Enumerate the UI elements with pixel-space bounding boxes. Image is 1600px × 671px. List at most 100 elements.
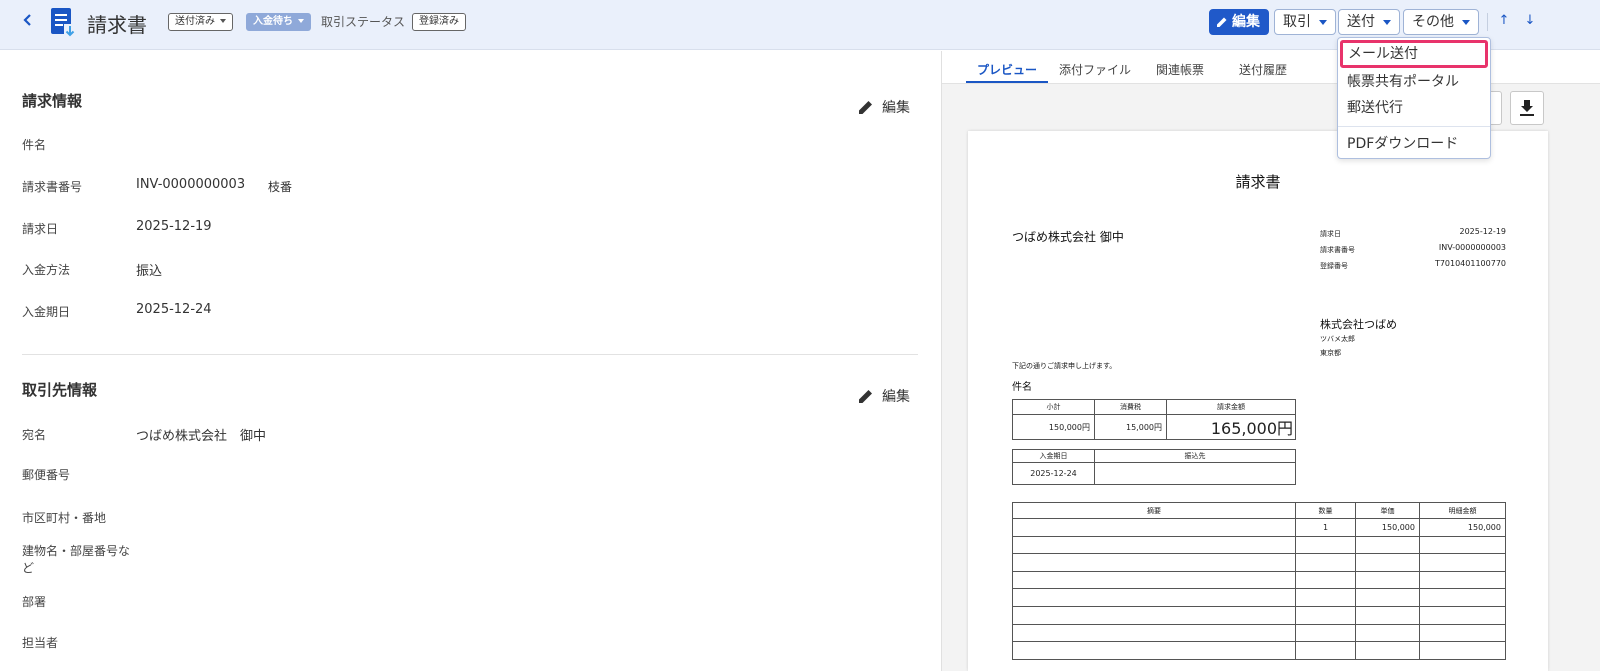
preview-meta-label: 請求日 — [1320, 230, 1341, 238]
preview-company: 株式会社つばめ — [1320, 318, 1397, 331]
summary-header: 消費税 — [1094, 399, 1167, 415]
menu-divider — [1338, 126, 1490, 127]
building-label-line2: ど — [22, 561, 35, 575]
preview-title: 請求書 — [1235, 173, 1281, 191]
table-row — [1012, 535, 1506, 555]
line-cell — [1295, 535, 1356, 555]
tab-preview[interactable]: プレビュー — [977, 61, 1037, 78]
registered-badge: 登録済み — [412, 13, 466, 31]
summary-value: 150,000円 — [1012, 414, 1095, 440]
partner-info-title: 取引先情報 — [22, 381, 98, 399]
invoice-preview-paper: 請求書 つばめ株式会社 御中 請求日 2025-12-19 請求書番号 INV-… — [968, 131, 1548, 671]
summary-header: 請求金額 — [1166, 399, 1296, 415]
menu-item-email-send[interactable]: メール送付 — [1340, 40, 1488, 68]
table-row: 2025-12-24 — [1012, 462, 1296, 485]
invoice-info-edit-button[interactable]: 編集 — [858, 97, 910, 117]
subject-label: 件名 — [22, 138, 47, 152]
tab-send-history[interactable]: 送付履歴 — [1239, 61, 1287, 78]
preview-client: つばめ株式会社 御中 — [1012, 230, 1124, 244]
table-row — [1012, 623, 1506, 643]
line-cell — [1295, 605, 1356, 625]
line-header: 摘要 — [1012, 502, 1296, 519]
preview-place: 東京都 — [1320, 349, 1341, 357]
line-cell — [1012, 570, 1296, 590]
back-chevron-icon[interactable] — [18, 10, 38, 30]
preview-meta-label: 登録番号 — [1320, 262, 1348, 270]
payment-method-value: 振込 — [136, 264, 163, 279]
edit-button-label: 編集 — [1232, 14, 1260, 30]
tab-attachments[interactable]: 添付ファイル — [1059, 61, 1131, 78]
preview-meta-value: T7010401100770 — [1434, 259, 1506, 268]
line-cell — [1012, 518, 1296, 537]
page-title: 請求書 — [87, 13, 147, 37]
line-header: 数量 — [1295, 502, 1356, 519]
payment-value — [1094, 462, 1296, 485]
invoice-info-edit-label: 編集 — [882, 100, 910, 116]
line-items-table: 摘要 数量 単価 明細金額 1 150,000 150,000 — [1012, 502, 1506, 660]
line-cell — [1295, 641, 1356, 660]
table-row: 摘要 数量 単価 明細金額 — [1012, 502, 1506, 519]
sent-status-chip[interactable]: 送付済み — [168, 13, 233, 31]
line-cell — [1355, 623, 1420, 643]
caret-down-icon — [220, 19, 226, 23]
pencil-icon — [859, 390, 872, 403]
line-cell — [1419, 588, 1506, 607]
line-header: 明細金額 — [1419, 502, 1506, 519]
line-cell: 150,000 — [1419, 518, 1506, 537]
zip-label: 郵便番号 — [22, 468, 71, 482]
line-cell — [1295, 553, 1356, 572]
section-divider — [22, 354, 918, 355]
menu-item-pdf-download[interactable]: PDFダウンロード — [1347, 133, 1458, 153]
building-label: 建物名・部屋番号など — [22, 542, 130, 576]
line-cell — [1012, 641, 1296, 660]
sent-status-label: 送付済み — [175, 16, 215, 27]
menu-item-postal-service[interactable]: 郵送代行 — [1347, 97, 1403, 117]
send-dropdown-button[interactable]: 送付 — [1338, 9, 1400, 35]
line-cell — [1012, 623, 1296, 643]
arrow-down-icon[interactable]: ↓ — [1523, 13, 1537, 29]
payment-header: 振込先 — [1094, 449, 1296, 463]
table-row: 入金期日 振込先 — [1012, 449, 1296, 463]
download-button[interactable] — [1510, 91, 1544, 125]
line-cell — [1355, 570, 1420, 590]
due-date-label: 入金期日 — [22, 305, 71, 319]
table-row — [1012, 570, 1506, 590]
line-cell — [1419, 623, 1506, 643]
line-cell — [1355, 553, 1420, 572]
payment-method-label: 入金方法 — [22, 263, 71, 277]
invoice-info-title: 請求情報 — [22, 92, 83, 110]
pencil-icon — [1217, 17, 1227, 27]
payment-status-label: 入金待ち — [253, 16, 293, 27]
line-cell — [1012, 605, 1296, 625]
partner-info-edit-label: 編集 — [882, 389, 910, 405]
caret-down-icon — [298, 19, 304, 23]
payment-status-chip[interactable]: 入金待ち — [246, 13, 311, 31]
deal-button-label: 取引 — [1283, 14, 1311, 30]
deal-status-label: 取引ステータス — [321, 15, 406, 29]
line-cell — [1295, 570, 1356, 590]
menu-item-share-portal[interactable]: 帳票共有ポータル — [1347, 71, 1459, 91]
line-cell — [1355, 641, 1420, 660]
table-row: 150,000円 15,000円 165,000円 — [1012, 414, 1296, 440]
table-row: 1 150,000 150,000 — [1012, 518, 1506, 537]
deal-dropdown-button[interactable]: 取引 — [1274, 9, 1336, 35]
due-date-value: 2025-12-24 — [136, 302, 212, 317]
caret-down-icon — [1383, 19, 1391, 25]
tab-related-documents[interactable]: 関連帳票 — [1156, 61, 1204, 78]
preview-meta-value: INV-0000000003 — [1438, 243, 1506, 252]
line-cell: 1 — [1295, 518, 1356, 537]
arrow-up-icon[interactable]: ↑ — [1497, 13, 1511, 29]
header-divider — [1487, 13, 1488, 31]
send-button-label: 送付 — [1347, 14, 1375, 30]
table-row — [1012, 588, 1506, 607]
edit-button[interactable]: 編集 — [1209, 9, 1269, 35]
summary-value: 15,000円 — [1094, 414, 1167, 440]
recipient-value: つばめ株式会社 御中 — [136, 429, 267, 444]
preview-meta-value: 2025-12-19 — [1459, 227, 1507, 236]
detail-panel: 請求情報 編集 件名 請求書番号 INV-0000000003 枝番 請求日 2… — [0, 51, 940, 671]
other-dropdown-button[interactable]: その他 — [1403, 9, 1479, 35]
invoice-number-value: INV-0000000003 — [136, 177, 246, 192]
partner-info-edit-button[interactable]: 編集 — [858, 386, 910, 406]
caret-down-icon — [1319, 19, 1327, 25]
caret-down-icon — [1462, 19, 1470, 25]
